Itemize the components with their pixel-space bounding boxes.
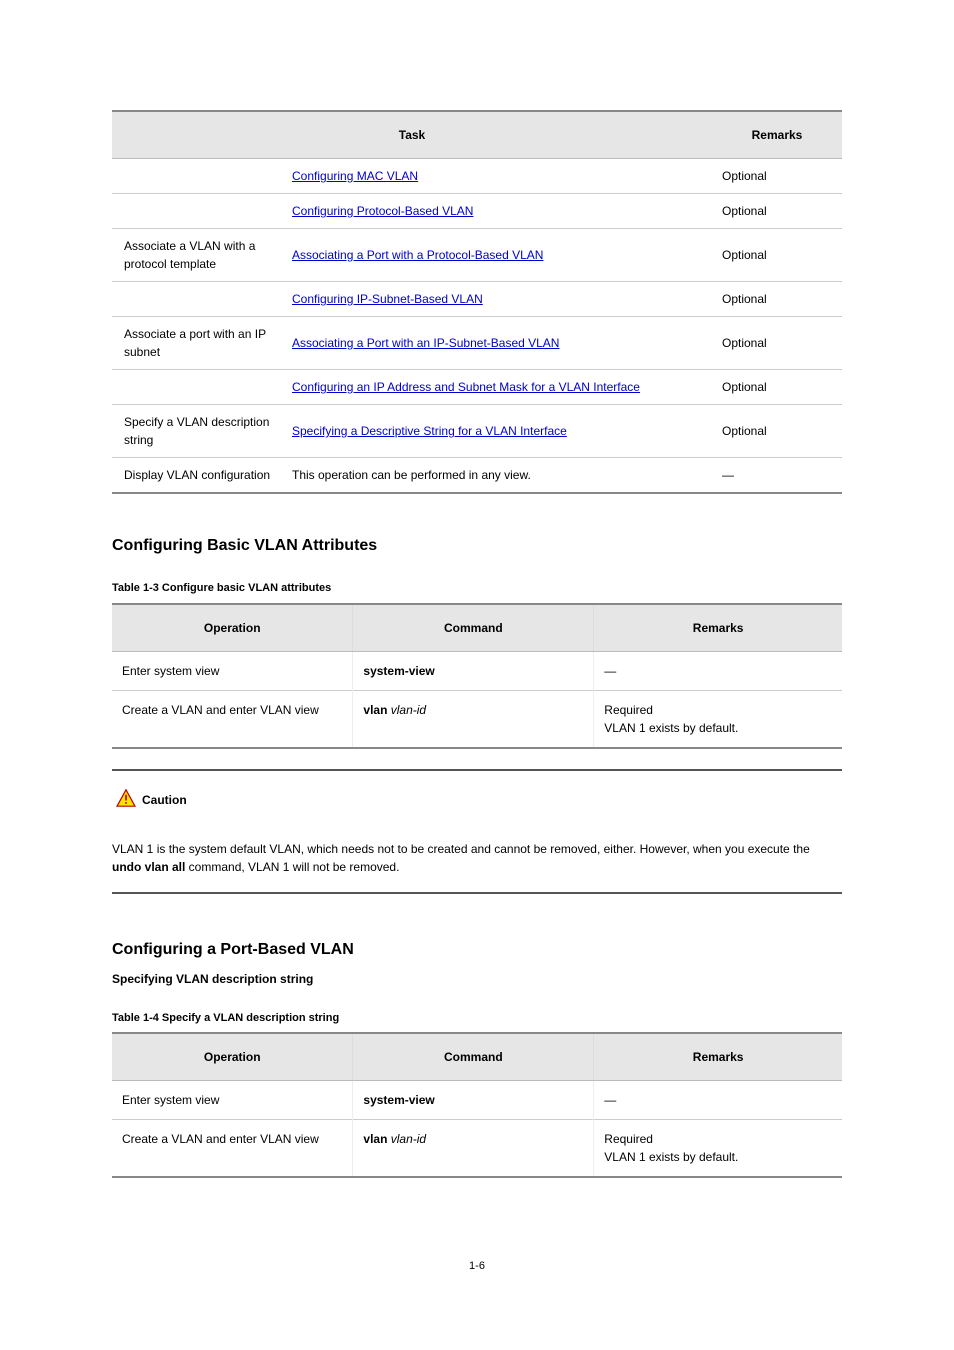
table-row: Enter system view system-view — — [112, 1081, 842, 1120]
col-task: Task — [112, 111, 712, 159]
table-caption: Table 1-3 Configure basic VLAN attribute… — [112, 580, 842, 597]
table-row: Configuring MAC VLAN Optional — [112, 159, 842, 194]
link-protocol-vlan[interactable]: Configuring Protocol-Based VLAN — [292, 204, 473, 218]
caution-icon — [116, 789, 136, 812]
table-row: Create a VLAN and enter VLAN view vlan v… — [112, 690, 842, 748]
caution-text: VLAN 1 is the system default VLAN, which… — [112, 840, 842, 876]
col-remarks: Remarks — [594, 604, 842, 652]
link-ip-subnet-vlan[interactable]: Configuring IP-Subnet-Based VLAN — [292, 292, 483, 306]
table-row: Create a VLAN and enter VLAN view vlan v… — [112, 1120, 842, 1178]
document-page: Task Remarks Configuring MAC VLAN Option… — [0, 0, 954, 1335]
basic-vlan-attr-table: Operation Command Remarks Enter system v… — [112, 603, 842, 749]
task-remarks-table: Task Remarks Configuring MAC VLAN Option… — [112, 110, 842, 494]
col-operation: Operation — [112, 1033, 353, 1081]
link-desc-string[interactable]: Specifying a Descriptive String for a VL… — [292, 424, 567, 438]
section-heading: Configuring Basic VLAN Attributes — [112, 534, 842, 558]
port-based-vlan-table: Operation Command Remarks Enter system v… — [112, 1032, 842, 1178]
table-row: Configuring IP-Subnet-Based VLAN Optiona… — [112, 282, 842, 317]
col-operation: Operation — [112, 604, 353, 652]
col-command: Command — [353, 1033, 594, 1081]
link-mac-vlan[interactable]: Configuring MAC VLAN — [292, 169, 418, 183]
table-caption: Table 1-4 Specify a VLAN description str… — [112, 1010, 842, 1027]
subsection-heading: Specifying VLAN description string — [112, 970, 842, 988]
col-remarks: Remarks — [712, 111, 842, 159]
caution-block: Caution VLAN 1 is the system default VLA… — [112, 769, 842, 894]
table-row: Configuring Protocol-Based VLAN Optional — [112, 194, 842, 229]
link-assoc-port-ipsubnet[interactable]: Associating a Port with an IP-Subnet-Bas… — [292, 336, 559, 350]
caution-title: Caution — [142, 791, 187, 809]
section-heading: Configuring a Port-Based VLAN — [112, 938, 842, 962]
link-assoc-port-protocol[interactable]: Associating a Port with a Protocol-Based… — [292, 248, 543, 262]
table-row: Associate a VLAN with a protocol templat… — [112, 229, 842, 282]
table-row: Enter system view system-view — — [112, 651, 842, 690]
table-row: Display VLAN configuration This operatio… — [112, 458, 842, 494]
page-number: 1-6 — [112, 1258, 842, 1275]
col-command: Command — [353, 604, 594, 652]
table-row: Configuring an IP Address and Subnet Mas… — [112, 370, 842, 405]
col-remarks: Remarks — [594, 1033, 842, 1081]
table-row: Associate a port with an IP subnet Assoc… — [112, 317, 842, 370]
table-row: Specify a VLAN description string Specif… — [112, 405, 842, 458]
link-config-ip-mask[interactable]: Configuring an IP Address and Subnet Mas… — [292, 380, 640, 394]
